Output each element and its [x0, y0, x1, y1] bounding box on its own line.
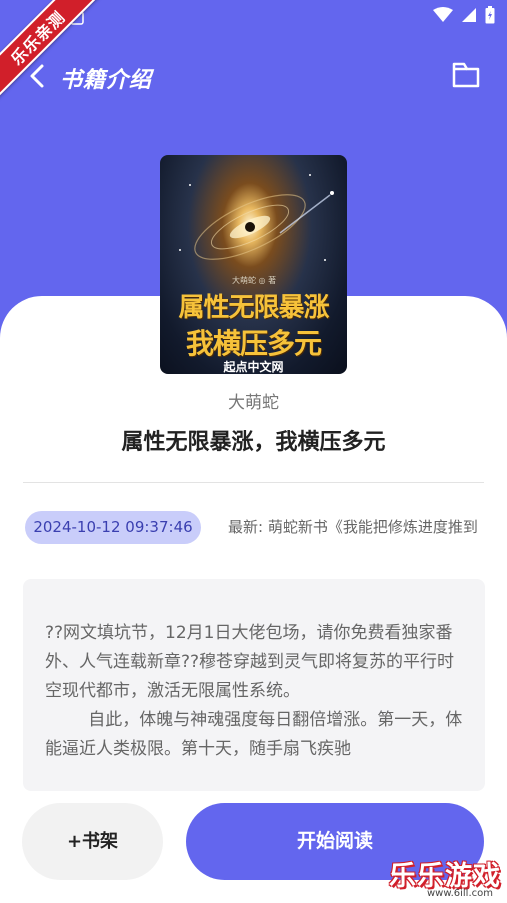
book-cover[interactable]: 大萌蛇 ◎ 著 属性无限暴涨 我横压多元 起点中文网 — [160, 155, 347, 374]
book-author: 大萌蛇 — [228, 393, 279, 413]
folder-button[interactable] — [451, 60, 481, 90]
divider — [23, 482, 484, 483]
watermark: 乐乐游戏 www.6ill.com — [389, 854, 503, 903]
top-nav: 书籍介绍 — [0, 50, 507, 102]
folder-icon — [452, 62, 480, 88]
cover-title-line1: 属性无限暴涨 — [178, 293, 329, 323]
latest-chapter[interactable]: 最新: 萌蛇新书《我能把修炼进度推到 — [228, 516, 507, 537]
description-box: ??网文填坑节，12月1日大佬包场，请你免费看独家番外、人气连载新章??穆苍穿越… — [23, 579, 485, 791]
page-title: 书籍介绍 — [60, 68, 153, 93]
cover-author-tag: 大萌蛇 ◎ 著 — [232, 276, 277, 285]
cover-title-line2: 我横压多元 — [185, 327, 322, 360]
update-date-badge: 2024-10-12 09:37:46 — [25, 511, 201, 544]
watermark-url: www.6ill.com — [426, 888, 493, 899]
book-title: 属性无限暴涨，我横压多元 — [121, 430, 386, 455]
add-to-shelf-button[interactable]: +书架 — [22, 803, 163, 880]
book-description: ??网文填坑节，12月1日大佬包场，请你免费看独家番外、人气连载新章??穆苍穿越… — [45, 623, 463, 759]
battery-icon — [485, 6, 495, 24]
wifi-icon — [433, 7, 453, 23]
cover-publisher: 起点中文网 — [223, 360, 284, 374]
signal-icon — [461, 7, 477, 23]
